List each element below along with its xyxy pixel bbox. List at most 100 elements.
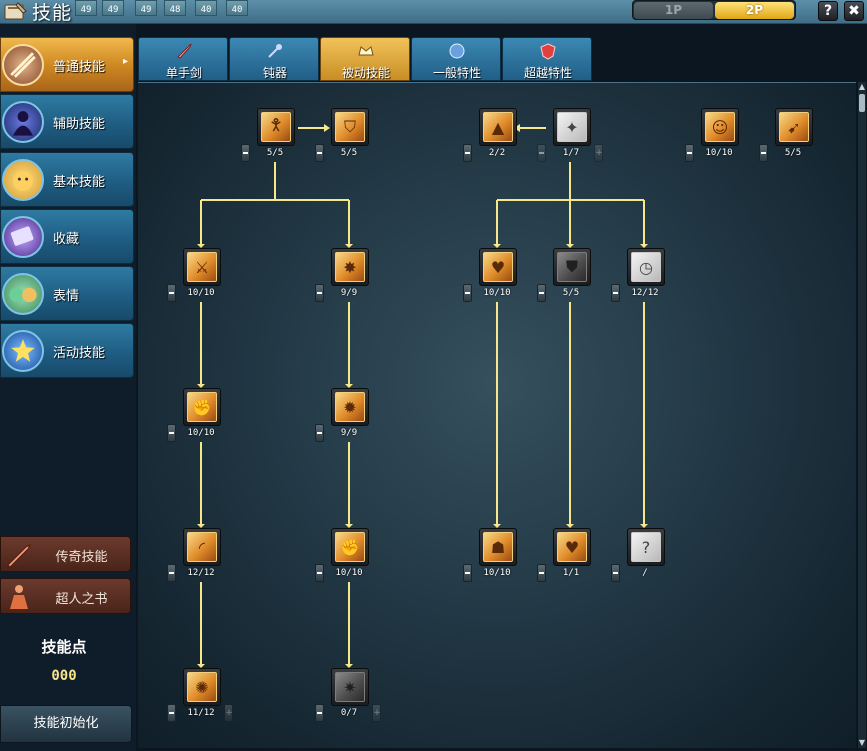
crossed-swords-icon: ⚔ [187, 252, 217, 282]
close-button[interactable]: ✖ [844, 1, 864, 21]
card-collection-icon [2, 216, 44, 258]
meditate-figure-icon: ☗ [483, 532, 513, 562]
skill-level-down-button[interactable] [463, 564, 472, 582]
flame-fist-icon: ✹ [335, 392, 365, 422]
face-buff-icon: ☺ [705, 112, 735, 142]
skill-level-down-button[interactable] [537, 564, 546, 582]
skill-level: 0/7 [340, 708, 358, 718]
skill-level-down-button[interactable] [167, 704, 176, 722]
strike-fist-icon: ✺ [187, 672, 217, 702]
skill-slot[interactable]: ☺ [701, 108, 739, 146]
skill-level-down-button[interactable] [315, 564, 324, 582]
player-1-tab[interactable]: 1P [634, 2, 713, 19]
skill-level-down-button[interactable] [315, 144, 324, 162]
skill-slot[interactable]: ? [627, 528, 665, 566]
mace-icon [268, 44, 282, 58]
skill-level-down-button[interactable] [685, 144, 694, 162]
tab-one-hand-sword[interactable]: 单手剑 [138, 37, 228, 81]
skill-level-down-button[interactable] [537, 284, 546, 302]
skill-level-down-button[interactable] [167, 424, 176, 442]
skill-level: 11/12 [187, 708, 215, 718]
skill-slot[interactable]: ✷ [331, 668, 369, 706]
skill-level: 2/2 [488, 148, 506, 158]
category-collection[interactable]: 收藏 [0, 209, 134, 264]
heart-hp-icon: ♥ [483, 252, 513, 282]
skill-level-up-button[interactable] [224, 704, 233, 722]
superhuman-book-button[interactable]: 超人之书 [0, 578, 131, 614]
skill-slot[interactable]: ◜ [183, 528, 221, 566]
skill-level-down-button[interactable] [315, 284, 324, 302]
skill-reset-button[interactable]: 技能初始化 [0, 705, 132, 743]
skill-slot[interactable]: ⚔ [183, 248, 221, 286]
scroll-thumb[interactable] [859, 94, 865, 112]
skill-level: 5/5 [562, 288, 580, 298]
skill-points-label: 技能点 [41, 638, 87, 656]
category-event-skills[interactable]: 活动技能 [0, 323, 134, 378]
skill-level-down-button[interactable] [463, 144, 472, 162]
skill-slot[interactable]: ♥ [479, 248, 517, 286]
crit-icon: ✷ [335, 672, 365, 702]
category-label: 表情 [53, 289, 80, 304]
skill-level-down-button[interactable] [241, 144, 250, 162]
skill-level: 10/10 [705, 148, 733, 158]
skill-slot[interactable]: ✊ [331, 528, 369, 566]
skill-level: 10/10 [483, 288, 511, 298]
skill-slot[interactable]: ✦ [553, 108, 591, 146]
skill-slot[interactable]: ✺ [183, 668, 221, 706]
skill-slot[interactable]: ✊ [183, 388, 221, 426]
skill-book-icon [4, 2, 27, 20]
skill-level-down-button[interactable] [463, 284, 472, 302]
tab-transcend-traits[interactable]: 超越特性 [502, 37, 592, 81]
skill-level-down-button[interactable] [611, 284, 620, 302]
skill-tree-panel [138, 82, 856, 748]
legend-skill-button[interactable]: 传奇技能 [0, 536, 131, 572]
category-label: 活动技能 [53, 346, 106, 361]
skill-slot[interactable]: ◷ [627, 248, 665, 286]
tab-label: 钝器 [262, 66, 287, 80]
skill-slot[interactable]: ⛉ [331, 108, 369, 146]
skill-level: 5/5 [340, 148, 358, 158]
category-emotes[interactable]: 表情 [0, 266, 134, 321]
tab-general-traits[interactable]: 一般特性 [411, 37, 501, 81]
skill-level: 10/10 [187, 428, 215, 438]
skill-level-down-button[interactable] [315, 424, 324, 442]
tab-blunt[interactable]: 钝器 [229, 37, 319, 81]
skill-level-up-button[interactable] [372, 704, 381, 722]
skill-slot[interactable]: ✹ [331, 388, 369, 426]
skill-level-down-button[interactable] [759, 144, 768, 162]
category-support-skills[interactable]: 辅助技能 [0, 94, 134, 149]
skill-slot[interactable]: ♥ [553, 528, 591, 566]
scroll-up-arrow-icon[interactable]: ▲ [858, 82, 866, 92]
skill-slot[interactable]: ☗ [479, 528, 517, 566]
shield-badge-icon [540, 43, 556, 60]
tab-passive-skills[interactable]: 被动技能 [320, 37, 410, 81]
skill-level: 1/7 [562, 148, 580, 158]
tab-label: 单手剑 [165, 66, 202, 80]
skill-level-down-button[interactable] [315, 704, 324, 722]
scrollbar[interactable]: ▲ ▼ [857, 82, 866, 748]
tab-label: 被动技能 [341, 66, 390, 80]
skill-level-down-button[interactable] [167, 564, 176, 582]
skill-level: 9/9 [340, 428, 358, 438]
help-button[interactable]: ? [818, 1, 838, 21]
skill-level-up-button[interactable] [594, 144, 603, 162]
mystery-icon: ? [631, 532, 661, 562]
superhuman-figure-icon [10, 585, 28, 609]
skill-level-down-button[interactable] [611, 564, 620, 582]
skill-slot[interactable]: ▲ [479, 108, 517, 146]
skill-level-down-button[interactable] [167, 284, 176, 302]
burst-figure-icon: ✸ [335, 252, 365, 282]
category-normal-skills[interactable]: 普通技能 ▸ [0, 37, 134, 92]
legend-sword-icon [7, 543, 32, 568]
skill-slot[interactable]: ⛊ [553, 248, 591, 286]
tab-label: 一般特性 [432, 66, 481, 80]
party-member-level: 40 [195, 0, 217, 16]
skill-level-down-button[interactable] [537, 144, 546, 162]
party-member-level: 49 [102, 0, 124, 16]
scroll-down-arrow-icon[interactable]: ▼ [858, 738, 866, 748]
skill-slot[interactable]: 🯆 [257, 108, 295, 146]
skill-slot[interactable]: ✸ [331, 248, 369, 286]
skill-slot[interactable]: ➹ [775, 108, 813, 146]
player-2-tab[interactable]: 2P [715, 2, 794, 19]
category-basic-skills[interactable]: 基本技能 [0, 152, 134, 207]
